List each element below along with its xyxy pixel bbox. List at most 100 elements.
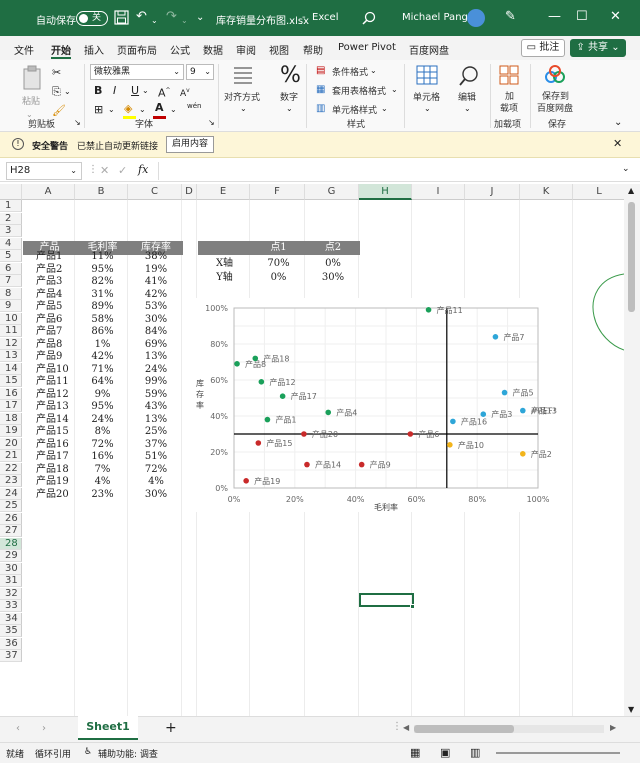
table-cell-margin[interactable]: 72% bbox=[76, 439, 129, 451]
table-cell-stock[interactable]: 30% bbox=[129, 314, 183, 326]
table-cell-margin[interactable]: 8% bbox=[76, 426, 129, 438]
table-cell-products[interactable]: 产品1 bbox=[36, 251, 76, 263]
row-header-22[interactable]: 22 bbox=[0, 462, 22, 475]
row-header-37[interactable]: 37 bbox=[0, 650, 22, 662]
table-format-label[interactable]: 套用表格格式 bbox=[332, 84, 386, 97]
enter-icon[interactable]: ✓ bbox=[118, 164, 127, 177]
row-header-33[interactable]: 33 bbox=[0, 600, 22, 612]
row-header-34[interactable]: 34 bbox=[0, 612, 22, 625]
table-cell-stock[interactable]: 13% bbox=[129, 351, 183, 363]
cancel-icon[interactable]: ✕ bbox=[100, 164, 109, 177]
selected-cell[interactable] bbox=[359, 593, 414, 607]
percent-icon[interactable]: % bbox=[280, 64, 301, 88]
table-cell-products[interactable]: 产品16 bbox=[36, 439, 76, 451]
expand-formula-icon[interactable]: ⌄ bbox=[622, 164, 630, 174]
row-header-29[interactable]: 29 bbox=[0, 550, 22, 562]
editing-search-icon[interactable] bbox=[458, 65, 480, 87]
table-cell-stock[interactable]: 69% bbox=[129, 339, 183, 351]
table-cell-margin[interactable]: 89% bbox=[76, 301, 129, 313]
row-header-12[interactable]: 12 bbox=[0, 337, 22, 350]
column-header-k[interactable]: K bbox=[520, 184, 573, 200]
tab-home[interactable]: 开始 bbox=[51, 42, 71, 57]
row-header-8[interactable]: 8 bbox=[0, 287, 22, 300]
tab-split-icon[interactable]: ⋮ bbox=[392, 721, 402, 732]
table-cell-products[interactable]: 产品17 bbox=[36, 451, 76, 463]
redo-icon[interactable]: ↷ bbox=[166, 9, 177, 25]
zoom-slider[interactable] bbox=[496, 752, 620, 754]
table-cell-margin[interactable]: 86% bbox=[76, 326, 129, 338]
spreadsheet-grid[interactable]: ABCDEFGHIJKL 1 2 3 4 5 6 7 8 9 10 11 12 13 14 15 16 17 18… bbox=[0, 184, 624, 716]
points-x-label[interactable]: X轴 bbox=[198, 258, 251, 270]
table-cell-stock[interactable]: 51% bbox=[129, 451, 183, 463]
points-x-p2[interactable]: 0% bbox=[306, 258, 360, 270]
table-cell-products[interactable]: 产品18 bbox=[36, 464, 76, 476]
scroll-up-icon[interactable]: ▲ bbox=[628, 186, 634, 195]
row-header-23[interactable]: 23 bbox=[0, 475, 22, 487]
table-cell-margin[interactable]: 11% bbox=[76, 251, 129, 263]
row-header-15[interactable]: 15 bbox=[0, 375, 22, 387]
table-format-dropdown-icon[interactable]: ⌄ bbox=[391, 83, 398, 96]
status-accessibility[interactable]: 辅助功能: 调查 bbox=[98, 747, 158, 760]
points-header-p2[interactable]: 点2 bbox=[306, 241, 360, 255]
table-cell-stock[interactable]: 84% bbox=[129, 326, 183, 338]
conditional-format-label[interactable]: 条件格式 bbox=[332, 65, 368, 78]
phonetic-icon[interactable]: wén bbox=[187, 102, 201, 110]
font-size-select[interactable]: 9 ⌄ bbox=[186, 64, 214, 80]
shape-arc[interactable] bbox=[590, 272, 624, 352]
cell-style-dropdown-icon[interactable]: ⌄ bbox=[381, 102, 388, 115]
table-cell-products[interactable]: 产品15 bbox=[36, 426, 76, 438]
status-circular[interactable]: 循环引用 bbox=[35, 747, 71, 760]
select-all-corner[interactable] bbox=[0, 184, 22, 200]
points-y-label[interactable]: Y轴 bbox=[198, 272, 251, 284]
search-icon[interactable] bbox=[362, 11, 376, 25]
table-cell-margin[interactable]: 16% bbox=[76, 451, 129, 463]
hscroll-left-icon[interactable]: ◀ bbox=[403, 723, 409, 732]
undo-dropdown-icon[interactable]: ⌄ bbox=[151, 13, 158, 29]
fill-handle[interactable] bbox=[410, 604, 415, 609]
table-cell-stock[interactable]: 30% bbox=[129, 489, 183, 501]
points-header-blank[interactable] bbox=[198, 241, 251, 255]
avatar[interactable] bbox=[467, 9, 485, 27]
redo-dropdown-icon[interactable]: ⌄ bbox=[181, 13, 188, 29]
row-header-30[interactable]: 30 bbox=[0, 562, 22, 575]
close-warning-icon[interactable]: ✕ bbox=[613, 137, 622, 150]
table-cell-stock[interactable]: 19% bbox=[129, 264, 183, 276]
paste-icon[interactable] bbox=[22, 65, 44, 91]
underline-dropdown-icon[interactable]: ⌄ bbox=[142, 84, 149, 97]
page-break-view-icon[interactable]: ▥ bbox=[470, 746, 480, 759]
row-header-31[interactable]: 31 bbox=[0, 575, 22, 587]
points-y-p2[interactable]: 30% bbox=[306, 272, 360, 284]
customize-toolbar-icon[interactable]: ⌄ bbox=[196, 10, 204, 26]
share-button[interactable]: ⇪ 共享 ⌄ bbox=[570, 39, 626, 57]
table-cell-stock[interactable]: 38% bbox=[129, 251, 183, 263]
formula-input[interactable] bbox=[158, 162, 628, 180]
sheet-tab-sheet1[interactable]: Sheet1 bbox=[78, 716, 138, 740]
table-cell-products[interactable]: 产品12 bbox=[36, 389, 76, 401]
tab-page-layout[interactable]: 页面布局 bbox=[117, 42, 157, 57]
bold-button[interactable]: B bbox=[94, 84, 102, 97]
comment-button[interactable]: ▭ 批注 bbox=[521, 39, 565, 57]
column-header-a[interactable]: A bbox=[22, 184, 75, 200]
table-cell-margin[interactable]: 82% bbox=[76, 276, 129, 288]
fill-color-dropdown-icon[interactable]: ⌄ bbox=[139, 103, 146, 116]
row-header-5[interactable]: 5 bbox=[0, 250, 22, 262]
cell-style-icon[interactable]: ▥ bbox=[316, 102, 325, 115]
collapse-ribbon-icon[interactable]: ⌄ bbox=[614, 116, 622, 129]
table-cell-products[interactable]: 产品11 bbox=[36, 376, 76, 388]
table-cell-products[interactable]: 产品8 bbox=[36, 339, 76, 351]
table-cell-stock[interactable]: 4% bbox=[129, 476, 183, 488]
cells-dropdown-icon[interactable]: ⌄ bbox=[424, 102, 431, 115]
table-cell-margin[interactable]: 64% bbox=[76, 376, 129, 388]
autosave-toggle[interactable]: 关 bbox=[76, 11, 108, 26]
borders-icon[interactable]: ⊞ bbox=[94, 103, 103, 116]
insert-function-icon[interactable]: fx bbox=[138, 163, 148, 176]
table-cell-stock[interactable]: 59% bbox=[129, 389, 183, 401]
scatter-chart[interactable]: 0% 20% 40% 60% 80% 100% 0% 20% 40% 60% 80% 100% 毛利率 库… bbox=[192, 298, 564, 512]
row-header-4[interactable]: 4 bbox=[0, 237, 22, 250]
table-cell-products[interactable]: 产品14 bbox=[36, 414, 76, 426]
undo-icon[interactable]: ↶ bbox=[136, 9, 147, 25]
table-cell-margin[interactable]: 4% bbox=[76, 476, 129, 488]
addins-label-line2[interactable]: 载项 bbox=[500, 101, 518, 114]
row-header-14[interactable]: 14 bbox=[0, 362, 22, 375]
table-cell-stock[interactable]: 37% bbox=[129, 439, 183, 451]
